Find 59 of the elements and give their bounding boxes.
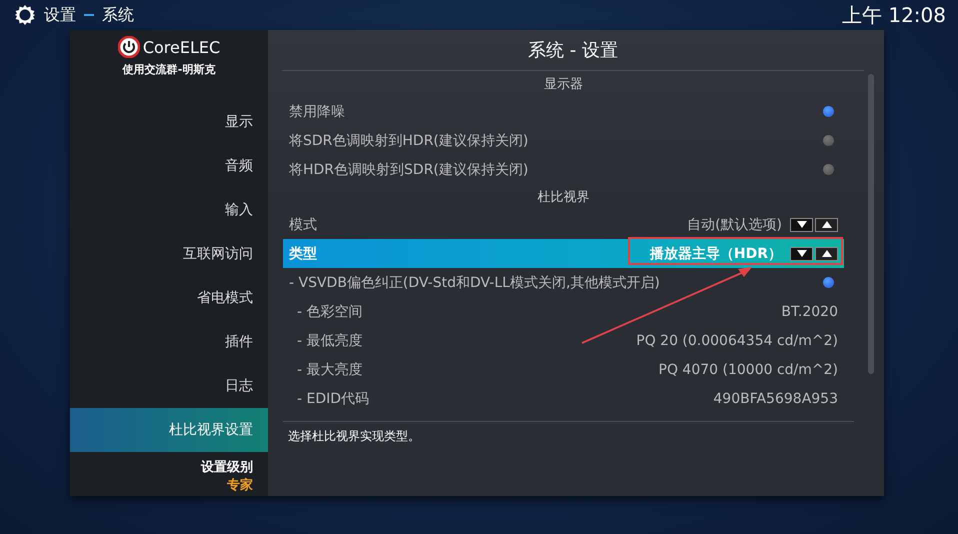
setting-row[interactable]: 模式 自动(默认选项) bbox=[283, 210, 844, 239]
setting-value: 490BFA5698A953 bbox=[713, 390, 838, 406]
logo-subtitle: 使用交流群-明斯克 bbox=[122, 62, 216, 77]
sidebar-item[interactable]: 显示 bbox=[70, 100, 268, 144]
down-button[interactable] bbox=[790, 246, 813, 260]
setting-row[interactable]: 将HDR色调映射到SDR(建议保持关闭) bbox=[283, 155, 844, 184]
setting-value: BT.2020 bbox=[781, 304, 838, 320]
section-header: 显示器 bbox=[543, 76, 584, 94]
setting-value: PQ 4070 (10000 cd/m^2) bbox=[658, 362, 838, 378]
up-button[interactable] bbox=[815, 218, 838, 232]
down-button[interactable] bbox=[790, 218, 813, 232]
setting-label: - 最大亮度 bbox=[297, 360, 363, 378]
logo-text: CoreELEC bbox=[142, 38, 220, 56]
setting-label: - EDID代码 bbox=[297, 390, 370, 408]
setting-row[interactable]: - 色彩空间 BT.2020 bbox=[283, 297, 844, 326]
setting-row[interactable]: - EDID代码 490BFA5698A953 bbox=[283, 384, 844, 413]
setting-label: 将SDR色调映射到HDR(建议保持关闭) bbox=[289, 132, 528, 150]
setting-label: 模式 bbox=[289, 216, 317, 234]
toggle-dot[interactable] bbox=[823, 106, 834, 117]
settings-icon[interactable] bbox=[14, 4, 36, 26]
up-arrow-icon bbox=[822, 250, 832, 257]
sidebar-item[interactable]: 省电模式 bbox=[70, 276, 268, 320]
panel-title: 系统 - 设置 bbox=[282, 30, 864, 71]
scrollbar[interactable] bbox=[868, 74, 874, 374]
up-button[interactable] bbox=[815, 246, 838, 260]
setting-row[interactable]: - VSVDB偏色纠正(DV-Std和DV-LL模式关闭,其他模式开启) bbox=[283, 268, 844, 297]
setting-label: - VSVDB偏色纠正(DV-Std和DV-LL模式关闭,其他模式开启) bbox=[289, 274, 660, 292]
setting-row[interactable]: 禁用降噪 bbox=[283, 97, 844, 126]
toggle-dot[interactable] bbox=[823, 135, 834, 146]
sidebar-item[interactable]: 插件 bbox=[70, 320, 268, 364]
sidebar-item[interactable]: 音频 bbox=[70, 144, 268, 188]
section-header: 杜比视界 bbox=[536, 189, 590, 207]
down-arrow-icon bbox=[796, 221, 806, 228]
setting-value: 播放器主导（HDR） bbox=[650, 244, 782, 262]
sidebar-item[interactable]: 输入 bbox=[70, 188, 268, 232]
setting-label: 将HDR色调映射到SDR(建议保持关闭) bbox=[289, 160, 528, 178]
power-logo-icon bbox=[118, 36, 140, 58]
setting-label: - 色彩空间 bbox=[297, 302, 363, 320]
down-arrow-icon bbox=[796, 250, 806, 257]
setting-row[interactable]: - 最大亮度 PQ 4070 (10000 cd/m^2) bbox=[283, 355, 844, 384]
setting-value: PQ 20 (0.00064354 cd/m^2) bbox=[636, 332, 838, 348]
clock: 上午 12:08 bbox=[842, 2, 946, 28]
up-arrow-icon bbox=[822, 221, 832, 228]
breadcrumb: 设置 bbox=[44, 4, 76, 26]
settings-level-value[interactable]: 专家 bbox=[227, 476, 253, 494]
setting-row[interactable]: 将SDR色调映射到HDR(建议保持关闭) bbox=[283, 126, 844, 155]
settings-level-label: 设置级别 bbox=[201, 459, 253, 476]
toggle-dot[interactable] bbox=[823, 164, 834, 175]
setting-value: 自动(默认选项) bbox=[687, 216, 782, 234]
sidebar-item[interactable]: 杜比视界设置 bbox=[70, 408, 268, 452]
help-text: 选择杜比视界实现类型。 bbox=[287, 428, 421, 445]
sidebar-item[interactable]: 日志 bbox=[70, 364, 268, 408]
setting-label: 类型 bbox=[289, 244, 317, 262]
breadcrumb: 系统 bbox=[102, 4, 134, 26]
setting-row[interactable]: - 最低亮度 PQ 20 (0.00064354 cd/m^2) bbox=[283, 326, 844, 355]
setting-label: - 最低亮度 bbox=[297, 332, 363, 350]
sidebar-item[interactable]: 互联网访问 bbox=[70, 232, 268, 276]
setting-label: 禁用降噪 bbox=[289, 102, 345, 120]
toggle-dot[interactable] bbox=[823, 277, 834, 288]
